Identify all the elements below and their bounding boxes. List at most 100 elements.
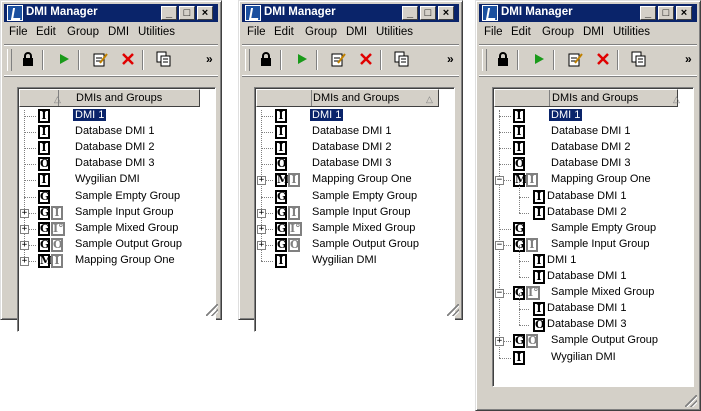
tree-row[interactable]: O Database DMI 3	[18, 156, 213, 172]
tree-row[interactable]: + M I Mapping Group One	[18, 253, 213, 269]
menu-group[interactable]: Group	[67, 26, 99, 38]
tree-row[interactable]: I Wygilian DMI	[255, 253, 452, 269]
column-header[interactable]: △ DMIs and Groups	[256, 89, 439, 107]
maximize-button[interactable]: □	[420, 6, 436, 20]
title-bar[interactable]: DMI Manager _ □ ×	[4, 4, 218, 22]
delete-button[interactable]	[593, 50, 613, 70]
expand-toggle[interactable]: +	[257, 176, 266, 186]
menu-edit[interactable]: Edit	[511, 26, 531, 38]
tree-row[interactable]: I DMI 1	[255, 108, 452, 124]
tree-row[interactable]: − G I° Sample Mixed Group	[493, 285, 691, 301]
delete-button[interactable]	[118, 50, 138, 70]
expand-toggle[interactable]: +	[20, 256, 29, 266]
collapse-toggle[interactable]: −	[495, 240, 504, 250]
tree-row[interactable]: + G O Sample Output Group	[255, 237, 452, 253]
tree-row[interactable]: + G I Sample Input Group	[18, 205, 213, 221]
maximize-button[interactable]: □	[179, 6, 195, 20]
column-header[interactable]: △ DMIs and Groups	[494, 89, 680, 107]
expand-toggle[interactable]: +	[257, 224, 266, 234]
lock-button[interactable]	[493, 50, 513, 70]
tree-row[interactable]: I Database DMI 2	[255, 140, 452, 156]
tree-row[interactable]: G Sample Empty Group	[493, 221, 691, 237]
tree-row[interactable]: + M I Mapping Group One	[255, 172, 452, 188]
close-button[interactable]: ×	[676, 6, 692, 20]
copy-button[interactable]	[629, 50, 649, 70]
menu-utilities[interactable]: Utilities	[138, 26, 175, 38]
toolbar-overflow-button[interactable]: »	[447, 52, 454, 66]
toolbar-grip[interactable]	[482, 49, 487, 71]
tree-row[interactable]: O Database DMI 3	[493, 156, 691, 172]
toolbar-grip[interactable]	[245, 49, 250, 71]
resize-grip[interactable]	[206, 304, 218, 316]
tree-row[interactable]: − M I Mapping Group One	[493, 172, 691, 188]
dmi-tree-view[interactable]: △ DMIs and Groups I DMI 1 I Database DMI 1 I Da…	[17, 87, 216, 332]
tree-row[interactable]: I DMI 1	[493, 244, 691, 269]
lock-button[interactable]	[256, 50, 276, 70]
menu-group[interactable]: Group	[305, 26, 337, 38]
menu-dmi[interactable]: DMI	[108, 26, 129, 38]
tree-row[interactable]: G Sample Empty Group	[18, 189, 213, 205]
tree-row[interactable]: I Database DMI 1	[255, 124, 452, 140]
tree-row[interactable]: I Wygilian DMI	[18, 172, 213, 188]
menu-file[interactable]: File	[247, 26, 266, 38]
menu-dmi[interactable]: DMI	[583, 26, 604, 38]
tree-row[interactable]: I Database DMI 2	[493, 196, 691, 221]
tree-row[interactable]: I Database DMI 1	[493, 124, 691, 140]
run-button[interactable]	[292, 50, 312, 70]
tree-row[interactable]: O Database DMI 3	[255, 156, 452, 172]
dmi-tree-view[interactable]: △ DMIs and Groups I DMI 1 I Database DMI 1 I Da…	[254, 87, 455, 332]
close-button[interactable]: ×	[438, 6, 454, 20]
menu-edit[interactable]: Edit	[274, 26, 294, 38]
tree-row[interactable]: + G I° Sample Mixed Group	[255, 221, 452, 237]
menu-file[interactable]: File	[9, 26, 28, 38]
menu-dmi[interactable]: DMI	[346, 26, 367, 38]
resize-grip[interactable]	[447, 304, 459, 316]
tree-row[interactable]: I Database DMI 1	[493, 180, 691, 205]
toolbar-overflow-button[interactable]: »	[685, 52, 692, 66]
run-button[interactable]	[529, 50, 549, 70]
expand-toggle[interactable]: +	[20, 224, 29, 234]
tree-row[interactable]: − G I Sample Input Group	[493, 237, 691, 253]
menu-utilities[interactable]: Utilities	[613, 26, 650, 38]
copy-button[interactable]	[392, 50, 412, 70]
tree-row[interactable]: I Database DMI 2	[18, 140, 213, 156]
tree-row[interactable]: + G O Sample Output Group	[18, 237, 213, 253]
tree-row[interactable]: I Database DMI 1	[18, 124, 213, 140]
lock-button[interactable]	[18, 50, 38, 70]
expand-toggle[interactable]: +	[495, 337, 504, 347]
menu-group[interactable]: Group	[542, 26, 574, 38]
edit-button[interactable]	[565, 50, 585, 70]
edit-button[interactable]	[90, 50, 110, 70]
column-header[interactable]: △ DMIs and Groups	[19, 89, 200, 107]
menu-utilities[interactable]: Utilities	[376, 26, 413, 38]
close-button[interactable]: ×	[197, 6, 213, 20]
tree-row[interactable]: I Database DMI 1	[493, 261, 691, 285]
minimize-button[interactable]: _	[161, 6, 177, 20]
tree-row[interactable]: + G O Sample Output Group	[493, 333, 691, 349]
tree-row[interactable]: I DMI 1	[493, 108, 691, 124]
toolbar-overflow-button[interactable]: »	[206, 52, 213, 66]
expand-toggle[interactable]: +	[20, 240, 29, 250]
maximize-button[interactable]: □	[658, 6, 674, 20]
tree-row[interactable]: + G I Sample Input Group	[255, 205, 452, 221]
toolbar-grip[interactable]	[7, 49, 12, 71]
delete-button[interactable]	[356, 50, 376, 70]
run-button[interactable]	[54, 50, 74, 70]
menu-edit[interactable]: Edit	[36, 26, 56, 38]
title-bar[interactable]: DMI Manager _ □ ×	[242, 4, 459, 22]
collapse-toggle[interactable]: −	[495, 289, 504, 299]
edit-button[interactable]	[328, 50, 348, 70]
expand-toggle[interactable]: +	[20, 208, 29, 218]
tree-row[interactable]: I Database DMI 1	[493, 293, 691, 317]
minimize-button[interactable]: _	[402, 6, 418, 20]
menu-file[interactable]: File	[484, 26, 503, 38]
copy-button[interactable]	[154, 50, 174, 70]
tree-row[interactable]: I DMI 1	[18, 108, 213, 124]
minimize-button[interactable]: _	[640, 6, 656, 20]
title-bar[interactable]: DMI Manager _ □ ×	[479, 4, 697, 22]
resize-grip[interactable]	[685, 395, 697, 407]
dmi-tree-view[interactable]: △ DMIs and Groups I DMI 1 I Database DMI 1 I Da…	[492, 87, 694, 387]
tree-row[interactable]: O Database DMI 3	[493, 309, 691, 333]
tree-row[interactable]: + G I° Sample Mixed Group	[18, 221, 213, 237]
tree-row[interactable]: G Sample Empty Group	[255, 189, 452, 205]
